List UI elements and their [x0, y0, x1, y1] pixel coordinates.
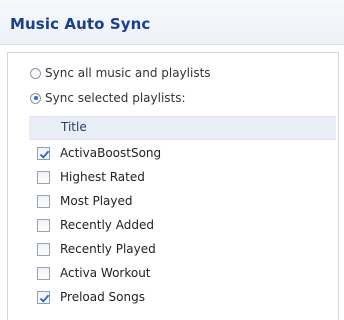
list-item[interactable]: ActivaBoostSong: [37, 141, 161, 165]
playlist-label: Recently Added: [60, 218, 154, 232]
checkbox-icon[interactable]: [37, 218, 50, 232]
checkbox-checked-icon[interactable]: [37, 290, 50, 304]
checkbox-icon[interactable]: [37, 170, 50, 184]
sync-selected-radio[interactable]: Sync selected playlists:: [30, 89, 186, 107]
page-title: Music Auto Sync: [10, 15, 151, 33]
playlist-list: ActivaBoostSong Highest Rated Most Playe…: [37, 141, 161, 309]
table-column-header[interactable]: Title: [29, 116, 336, 140]
sync-selected-label: Sync selected playlists:: [45, 91, 186, 105]
sync-all-radio[interactable]: Sync all music and playlists: [30, 64, 211, 82]
playlist-label: Highest Rated: [60, 170, 145, 184]
playlist-label: Preload Songs: [60, 290, 145, 304]
radio-selected-icon: [30, 92, 41, 104]
checkbox-icon[interactable]: [37, 242, 50, 256]
list-item[interactable]: Preload Songs: [37, 285, 161, 309]
list-item[interactable]: Recently Played: [37, 237, 161, 261]
checkbox-icon[interactable]: [37, 266, 50, 280]
list-item[interactable]: Recently Added: [37, 213, 161, 237]
sync-all-label: Sync all music and playlists: [45, 66, 211, 80]
checkbox-checked-icon[interactable]: [37, 146, 50, 160]
list-item[interactable]: Activa Workout: [37, 261, 161, 285]
header-bar: Music Auto Sync: [0, 0, 344, 45]
radio-icon: [30, 67, 41, 79]
checkbox-icon[interactable]: [37, 194, 50, 208]
playlist-label: Most Played: [60, 194, 133, 208]
column-title: Title: [61, 120, 87, 134]
playlist-label: Recently Played: [60, 242, 156, 256]
playlist-label: Activa Workout: [60, 266, 151, 280]
list-item[interactable]: Most Played: [37, 189, 161, 213]
list-item[interactable]: Highest Rated: [37, 165, 161, 189]
playlist-label: ActivaBoostSong: [60, 146, 162, 160]
